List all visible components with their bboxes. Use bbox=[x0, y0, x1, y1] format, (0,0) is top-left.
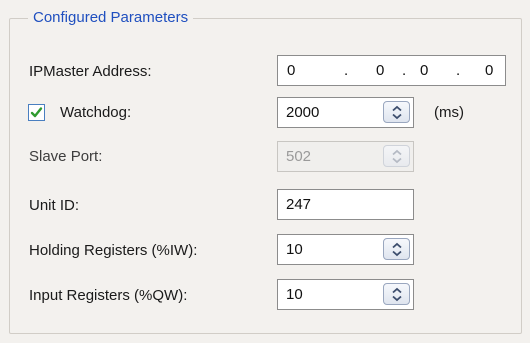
slave-port-label: Slave Port: bbox=[29, 148, 103, 165]
slave-port-spinner: 502 bbox=[277, 141, 414, 172]
ip-octet-4[interactable]: 0 bbox=[485, 56, 493, 85]
holding-registers-spinner[interactable]: 10 bbox=[277, 234, 414, 265]
ip-octet-3[interactable]: 0 bbox=[420, 56, 428, 85]
ip-octet-2[interactable]: 0 bbox=[376, 56, 384, 85]
ip-dot-1: . bbox=[344, 62, 349, 79]
ip-dot-2: . bbox=[402, 62, 407, 79]
unit-id-input[interactable]: 247 bbox=[277, 189, 414, 220]
watchdog-checkbox[interactable] bbox=[28, 104, 45, 121]
input-registers-label: Input Registers (%QW): bbox=[29, 287, 188, 304]
ip-dot-3: . bbox=[456, 62, 461, 79]
watchdog-label: Watchdog: bbox=[60, 104, 132, 121]
input-registers-spinner[interactable]: 10 bbox=[277, 279, 414, 310]
watchdog-spin-button[interactable] bbox=[383, 101, 410, 123]
watchdog-unit: (ms) bbox=[434, 104, 464, 121]
slave-port-spin-button bbox=[383, 145, 410, 167]
group-title: Configured Parameters bbox=[28, 9, 194, 27]
spin-up-down-icon bbox=[392, 105, 402, 120]
spin-up-down-icon bbox=[392, 242, 402, 257]
unit-id-label: Unit ID: bbox=[29, 197, 80, 214]
checkmark-icon bbox=[30, 107, 43, 118]
ipmaster-address-field[interactable]: 0 . 0 . 0 . 0 bbox=[277, 55, 506, 86]
input-registers-spin-button[interactable] bbox=[383, 283, 410, 305]
ip-octet-1[interactable]: 0 bbox=[287, 56, 295, 85]
watchdog-spinner[interactable]: 2000 bbox=[277, 97, 414, 128]
spin-up-down-icon bbox=[392, 149, 402, 164]
holding-registers-label: Holding Registers (%IW): bbox=[29, 242, 198, 259]
holding-registers-spin-button[interactable] bbox=[383, 238, 410, 260]
ipmaster-address-label: IPMaster Address: bbox=[29, 63, 152, 80]
spin-up-down-icon bbox=[392, 287, 402, 302]
